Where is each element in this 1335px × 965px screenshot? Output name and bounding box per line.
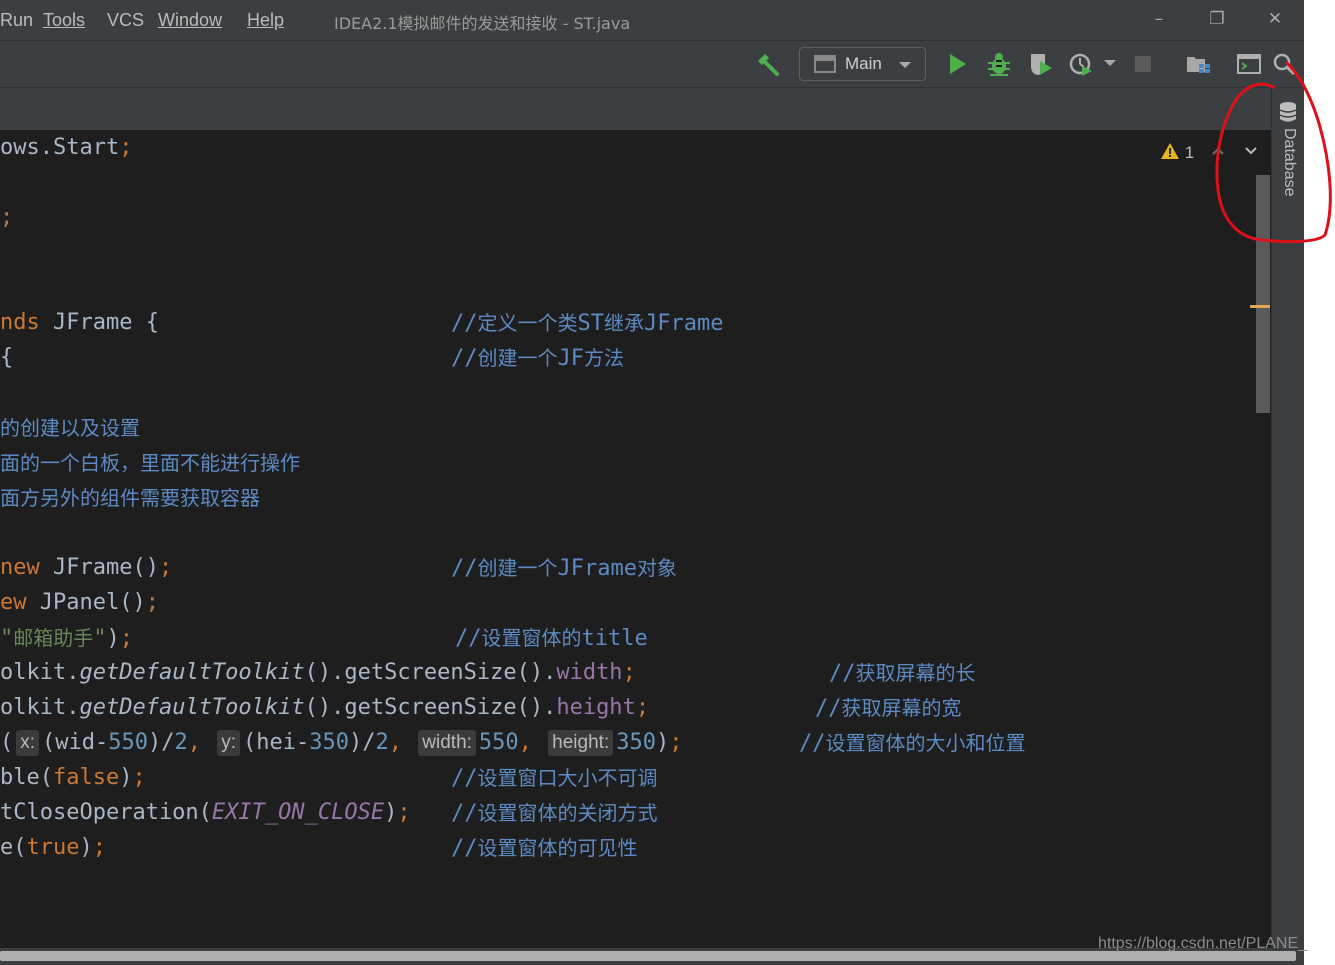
code-comment: //设置窗体的title (455, 626, 648, 651)
code-comment: 面的一个白板，里面不能进行操作 (0, 451, 300, 475)
code-comment: //设置窗体的大小和位置 (799, 731, 1026, 756)
menu-bar: Run Tools VCS Window Help IDEA2.1模拟邮件的发送… (0, 0, 1304, 41)
code-line: ows.Start; (0, 135, 133, 160)
close-icon[interactable]: ✕ (1261, 6, 1289, 32)
terminal-icon[interactable] (1236, 51, 1262, 77)
code-line: ble(false); (0, 765, 146, 790)
restore-icon[interactable]: ❐ (1203, 6, 1231, 32)
database-icon[interactable] (1278, 101, 1298, 123)
profiler-icon[interactable] (1068, 51, 1094, 77)
window-title: IDEA2.1模拟邮件的发送和接收 - ST.java (334, 14, 631, 33)
code-comment: //设置窗体的可见性 (451, 836, 638, 861)
code-line: new JFrame(); (0, 555, 173, 580)
code-comment: 面方另外的组件需要获取容器 (0, 486, 260, 510)
menu-tools-label: Tools (43, 10, 86, 30)
warning-count: 1 (1184, 143, 1195, 162)
menu-window[interactable]: Window (158, 10, 222, 31)
inlay-hint: height: (548, 730, 614, 756)
code-line: ; (0, 205, 14, 230)
code-comment: //获取屏幕的宽 (815, 696, 962, 721)
dropdown-arrow-icon (899, 62, 911, 68)
code-line: e(true); (0, 835, 106, 860)
code-line: olkit.getDefaultToolkit().getScreenSize(… (0, 695, 650, 720)
run-icon[interactable] (944, 51, 970, 77)
code-editor[interactable]: ows.Start; ; nds JFrame { //定义一个类ST继承JFr… (0, 130, 1271, 948)
build-hammer-icon[interactable] (755, 51, 781, 77)
run-config-label: Main (845, 54, 882, 73)
run-config-selector[interactable]: Main (799, 47, 926, 81)
vertical-scrollbar[interactable] (1256, 175, 1270, 413)
inlay-hint: y: (217, 730, 241, 756)
code-comment: //设置窗体的关闭方式 (451, 801, 658, 826)
code-line: { (0, 345, 14, 370)
chevron-up-icon[interactable] (1211, 146, 1225, 156)
code-line: (x: (wid-550)/2, y: (hei-350)/2, width: 550… (0, 730, 683, 756)
code-comment: //获取屏幕的长 (829, 661, 976, 686)
menu-help-label: Help (247, 10, 285, 30)
editor-tab-strip (0, 88, 1271, 131)
project-structure-icon[interactable] (1185, 51, 1211, 77)
warning-icon (1161, 143, 1179, 159)
debug-icon[interactable] (986, 51, 1012, 77)
inspection-widget[interactable]: 1 (1160, 142, 1194, 163)
code-comment: //设置窗口大小不可调 (451, 766, 658, 791)
search-icon[interactable] (1271, 51, 1297, 77)
code-comment: 的创建以及设置 (0, 416, 140, 440)
code-comment: //创建一个JF方法 (451, 346, 624, 371)
inlay-hint: x: (16, 730, 40, 756)
main-toolbar: Main (0, 41, 1304, 88)
watermark: https://blog.csdn.net/PLANE_ (1098, 935, 1308, 952)
menu-vcs[interactable]: VCS (107, 10, 144, 31)
inlay-hint: width: (418, 730, 476, 756)
code-comment: //创建一个JFrame对象 (451, 556, 677, 581)
code-comment: //定义一个类ST继承JFrame (451, 311, 724, 336)
code-line: olkit.getDefaultToolkit().getScreenSize(… (0, 660, 636, 685)
code-line: ew JPanel(); (0, 590, 159, 615)
menu-tools[interactable]: Tools (43, 10, 85, 31)
coverage-icon[interactable] (1028, 51, 1054, 77)
right-tool-window-bar (1271, 88, 1305, 965)
warning-stripe-marker[interactable] (1250, 305, 1270, 308)
minimize-icon[interactable]: – (1145, 6, 1173, 32)
background-strip (1304, 0, 1335, 965)
run-config-icon (814, 55, 836, 73)
database-tab-label[interactable]: Database (1278, 128, 1298, 197)
code-line: "邮箱助手"); (0, 626, 133, 651)
chevron-down-icon[interactable] (1244, 146, 1258, 156)
code-line: nds JFrame { (0, 310, 159, 335)
code-line: tCloseOperation(EXIT_ON_CLOSE); (0, 800, 411, 825)
menu-run[interactable]: Run (0, 10, 33, 31)
menu-window-label: Window (158, 10, 223, 30)
menu-help[interactable]: Help (247, 10, 284, 31)
stop-icon[interactable] (1130, 51, 1156, 77)
profiler-dropdown-icon[interactable] (1103, 59, 1117, 67)
